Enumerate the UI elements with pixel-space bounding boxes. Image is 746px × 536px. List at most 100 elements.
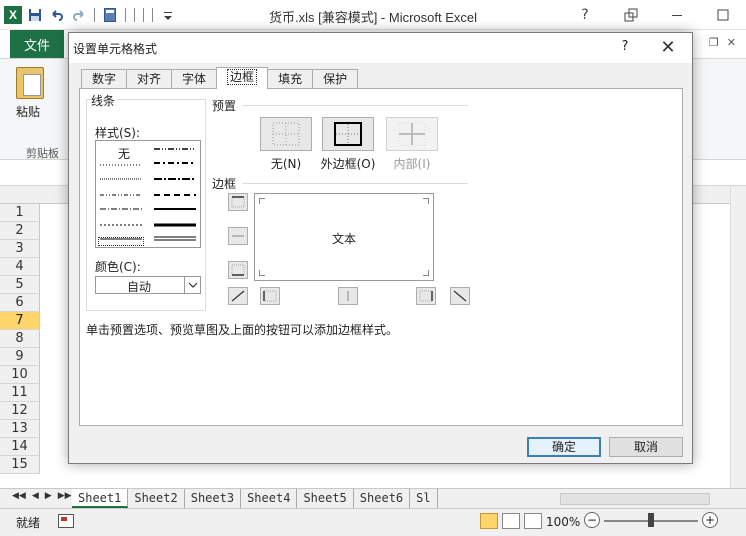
prev-sheet-icon[interactable]: ◀ [32,491,39,501]
selected-line-style [98,237,144,246]
border-right-icon [419,290,433,302]
border-middle-horizontal-button[interactable] [228,227,248,245]
color-select[interactable]: 自动 [95,276,201,294]
presets-divider [242,105,468,106]
paste-button[interactable]: 粘贴 [16,103,40,120]
first-sheet-icon[interactable]: ◀◀ [12,491,26,501]
line-style-list[interactable]: 无 [95,140,201,248]
sheet-tab[interactable]: Sheet5 [297,489,354,508]
border-vertical-icon [347,291,349,301]
row-header[interactable]: 4 [0,258,40,276]
format-cells-dialog: 设置单元格格式 ? ✕ 数字 对齐 字体 边框 填充 保护 线条 样式(S): 无 [68,32,693,464]
row-header[interactable]: 5 [0,276,40,294]
maximize-icon[interactable] [700,0,746,30]
dialog-tab[interactable]: 数字 [81,69,128,89]
cancel-button[interactable]: 取消 [609,437,683,457]
dialog-tab[interactable]: 边框 [216,67,269,89]
dialog-close-button[interactable]: ✕ [651,36,685,60]
sheet-tab[interactable]: Sheet2 [128,489,185,508]
zoom-out-button[interactable]: − [584,512,600,528]
sheet-nav-arrows: ◀◀ ◀ ▶ ▶▶ [12,491,72,501]
border-hint-text: 单击预置选项、预览草图及上面的按钮可以添加边框样式。 [86,323,399,337]
sheet-tabs: Sheet1 Sheet2 Sheet3 Sheet4 Sheet5 Sheet6 Sl [72,489,438,509]
dialog-tabs: 数字 对齐 字体 边框 填充 保护 [81,67,359,89]
border-diagonal-up-button[interactable] [228,287,248,305]
sheet-tab-bar: ◀◀ ◀ ▶ ▶▶ Sheet1 Sheet2 Sheet3 Sheet4 Sheet5… [0,488,746,508]
diagonal-up-icon [231,290,245,302]
preview-corner [423,198,429,204]
border-divider [242,183,468,184]
row-header[interactable]: 8 [0,330,40,348]
file-tab[interactable]: 文件 [10,30,64,58]
row-header[interactable]: 9 [0,348,40,366]
page-break-view-button[interactable] [524,513,542,529]
row-header[interactable]: 10 [0,366,40,384]
color-value: 自动 [126,280,151,294]
row-header[interactable]: 14 [0,438,40,456]
border-right-button[interactable] [416,287,436,305]
sheet-tab[interactable]: Sl [410,489,438,508]
line-group-title: 线条 [91,92,118,109]
row-header[interactable]: 11 [0,384,40,402]
border-preview[interactable]: 文本 [254,193,434,281]
border-top-icon [231,196,245,208]
zoom-in-button[interactable]: + [702,512,718,528]
row-header[interactable]: 2 [0,222,40,240]
line-style-samples[interactable] [96,141,200,247]
status-bar: 就绪 100% − + [0,508,746,536]
sheet-tab[interactable]: Sheet6 [353,489,411,508]
preset-inside-button[interactable] [386,117,438,151]
ok-button[interactable]: 确定 [527,437,601,457]
paste-icon[interactable] [16,67,44,99]
dialog-tab-label: 对齐 [137,72,162,86]
clipboard-group: 粘贴 剪贴板 [8,65,68,160]
dialog-tab[interactable]: 字体 [171,69,218,89]
preview-corner [259,270,265,276]
sheet-tab[interactable]: Sheet1 [72,489,129,508]
help-icon[interactable]: ? [562,0,608,30]
chevron-down-icon[interactable] [184,277,200,293]
row-header[interactable]: 13 [0,420,40,438]
horizontal-scrollbar[interactable] [560,493,710,505]
row-header[interactable]: 1 [0,204,40,222]
border-bottom-button[interactable] [228,261,248,279]
minimize-icon[interactable] [654,0,700,30]
preset-none-button[interactable] [260,117,312,151]
dialog-tab[interactable]: 对齐 [126,69,173,89]
border-diagonal-down-button[interactable] [450,287,470,305]
border-left-button[interactable] [260,287,280,305]
border-top-button[interactable] [228,193,248,211]
zoom-slider-thumb[interactable] [648,513,654,527]
style-label: 样式(S): [95,126,141,140]
next-sheet-icon[interactable]: ▶ [45,491,52,501]
dialog-title-bar: 设置单元格格式 ? ✕ [69,33,692,63]
window-controls: ? [562,0,746,30]
dialog-help-button[interactable]: ? [617,39,633,57]
border-middle-vertical-button[interactable] [338,287,358,305]
preview-text: 文本 [331,232,356,246]
border-none-icon [272,122,300,146]
dialog-tab-label: 保护 [323,72,348,86]
restore-window-icon[interactable]: ❐ [709,36,719,49]
page-layout-view-button[interactable] [502,513,520,529]
excel-title-bar: X 货币.xls [兼容模式] - Microsoft Excel ? [0,0,746,30]
macro-record-icon[interactable] [58,514,74,528]
vertical-scrollbar[interactable] [730,186,746,488]
row-header[interactable]: 15 [0,456,40,474]
dialog-tab[interactable]: 保护 [312,69,359,89]
zoom-level[interactable]: 100% [546,515,580,529]
status-ready: 就绪 [16,516,41,530]
row-header[interactable]: 3 [0,240,40,258]
close-window-icon[interactable]: ✕ [727,36,736,49]
sheet-tab[interactable]: Sheet3 [184,489,242,508]
sheet-tab[interactable]: Sheet4 [241,489,298,508]
border-horizontal-icon [232,235,244,237]
normal-view-button[interactable] [480,513,498,529]
restore-icon[interactable] [608,0,654,30]
last-sheet-icon[interactable]: ▶▶ [58,491,72,501]
row-header[interactable]: 7 [0,312,40,330]
dialog-tab[interactable]: 填充 [267,69,314,89]
row-header[interactable]: 6 [0,294,40,312]
preset-outline-button[interactable] [322,117,374,151]
row-header[interactable]: 12 [0,402,40,420]
